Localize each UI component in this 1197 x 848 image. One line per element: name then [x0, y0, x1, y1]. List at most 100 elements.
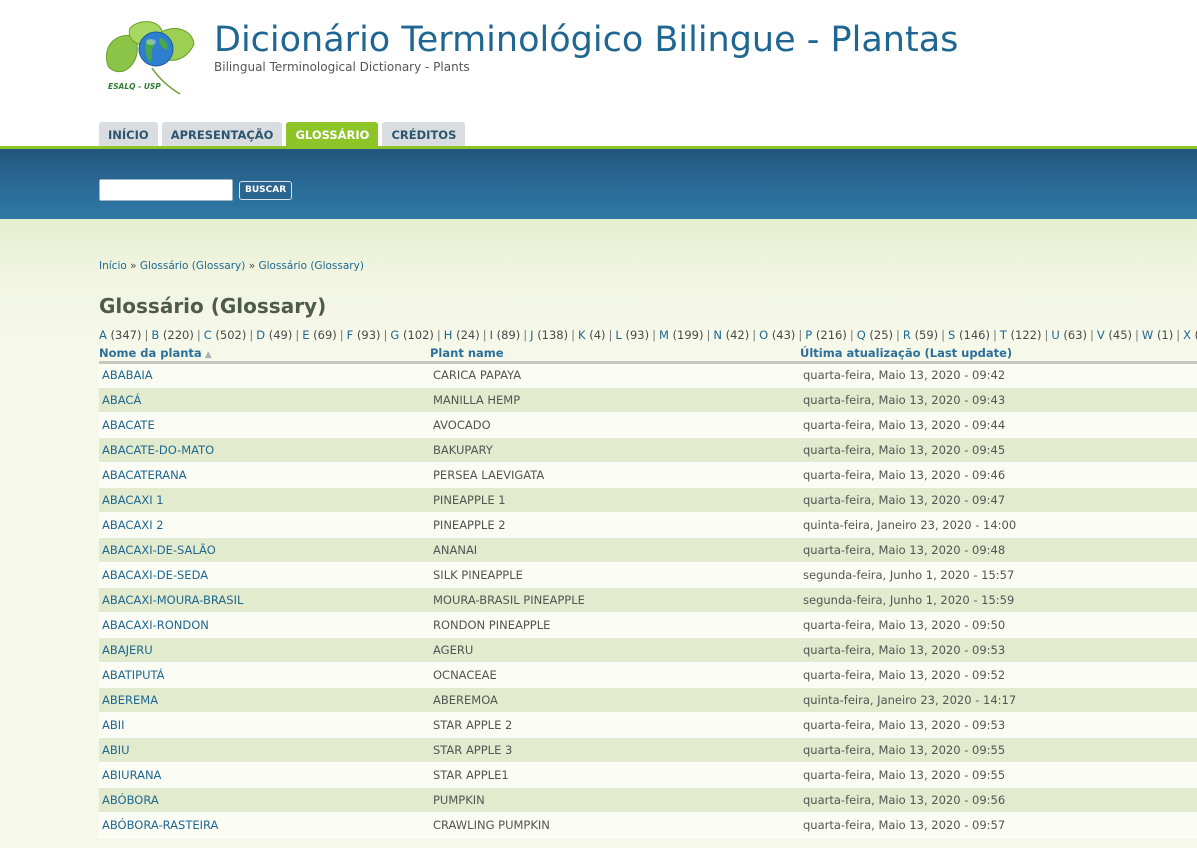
- table-header-row: Nome da planta ▲ Plant name Última atuali…: [99, 345, 1197, 364]
- alphabet-item: D (49): [256, 328, 292, 342]
- plant-name-pt-link[interactable]: ABII: [99, 712, 430, 738]
- alphabet-item: U (63): [1051, 328, 1087, 342]
- alphabet-letter-link[interactable]: X: [1183, 328, 1191, 342]
- column-header-last-update[interactable]: Última atualização (Last update): [800, 345, 1197, 364]
- alphabet-letter-link[interactable]: C: [204, 328, 212, 342]
- alphabet-letter-link[interactable]: Q: [857, 328, 866, 342]
- alphabet-letter-link[interactable]: S: [948, 328, 955, 342]
- alphabet-letter-link[interactable]: V: [1097, 328, 1105, 342]
- plant-name-en: AGERU: [430, 637, 800, 663]
- alphabet-letter-link[interactable]: D: [256, 328, 265, 342]
- plant-name-pt-link[interactable]: ABATIPUTÁ: [99, 662, 430, 688]
- table-row: ABEREMA ABEREMOA quinta-feira, Janeiro 23,…: [99, 687, 1197, 713]
- alphabet-letter-link[interactable]: P: [805, 328, 812, 342]
- alphabet-separator: |: [144, 328, 149, 342]
- breadcrumb-glossary-link-2[interactable]: Glossário (Glossary): [258, 260, 363, 272]
- alphabet-letter-link[interactable]: E: [302, 328, 309, 342]
- last-update: quinta-feira, Janeiro 23, 2020 - 14:00: [800, 512, 1197, 538]
- alphabet-letter-link[interactable]: I: [490, 328, 493, 342]
- column-header-plant-name-pt[interactable]: Nome da planta ▲: [99, 345, 430, 364]
- plant-name-pt-link[interactable]: ABÓBORA: [99, 787, 430, 813]
- alphabet-letter-link[interactable]: L: [615, 328, 621, 342]
- last-update: quarta-feira, Maio 13, 2020 - 09:50: [800, 612, 1197, 638]
- alphabet-letter-link[interactable]: W: [1142, 328, 1153, 342]
- alphabet-letter-link[interactable]: G: [390, 328, 399, 342]
- table-row: ABACAXI-RONDON RONDON PINEAPPLE quarta-fei…: [99, 612, 1197, 638]
- alphabet-letter-link[interactable]: B: [151, 328, 159, 342]
- alphabet-letter-link[interactable]: H: [444, 328, 453, 342]
- alphabet-letter-link[interactable]: N: [713, 328, 722, 342]
- tab-creditos[interactable]: CRÉDITOS: [382, 122, 466, 147]
- site-title[interactable]: Dicionário Terminológico Bilingue - Plan…: [214, 20, 958, 60]
- alphabet-separator: |: [339, 328, 344, 342]
- alphabet-separator: |: [523, 328, 528, 342]
- alphabet-item: N (42): [713, 328, 749, 342]
- table-row: ABACATERANA PERSEA LAEVIGATA quarta-feira,…: [99, 462, 1197, 488]
- alphabet-count: (4): [589, 328, 606, 342]
- plant-name-pt-link[interactable]: ABACÁ: [99, 387, 430, 413]
- plant-name-pt-link[interactable]: ABACAXI-MOURA-BRASIL: [99, 587, 430, 613]
- last-update: quarta-feira, Maio 13, 2020 - 09:43: [800, 387, 1197, 413]
- alphabet-separator: |: [896, 328, 900, 342]
- alphabet-letter-link[interactable]: A: [99, 328, 107, 342]
- site-logo[interactable]: ESALQ - USP: [100, 18, 196, 98]
- alphabet-letter-link[interactable]: O: [759, 328, 768, 342]
- plant-name-pt-link[interactable]: ABABAIA: [99, 362, 430, 388]
- alphabet-separator: |: [1176, 328, 1181, 342]
- column-header-plant-name-en[interactable]: Plant name: [430, 345, 800, 364]
- plant-name-pt-link[interactable]: ABÓBORA-RASTEIRA: [99, 812, 430, 838]
- tab-glossario[interactable]: GLOSSÁRIO: [286, 122, 379, 147]
- plant-name-pt-link[interactable]: ABACATERANA: [99, 462, 430, 488]
- plant-name-pt-link[interactable]: ABACAXI-RONDON: [99, 612, 430, 638]
- plant-name-pt-link[interactable]: ABAJERU: [99, 637, 430, 663]
- plant-name-pt-link[interactable]: ABIU: [99, 737, 430, 763]
- alphabet-letter-link[interactable]: R: [903, 328, 911, 342]
- alphabet-letter-link[interactable]: M: [659, 328, 669, 342]
- logo-text: ESALQ - USP: [108, 82, 161, 91]
- alphabet-letter-link[interactable]: J: [530, 328, 533, 342]
- alphabet-letter-link[interactable]: T: [1000, 328, 1007, 342]
- search-button[interactable]: BUSCAR: [239, 181, 293, 200]
- table-row: ABACATE-DO-MATO BAKUPARY quarta-feira, Mai…: [99, 437, 1197, 463]
- last-update: quarta-feira, Maio 13, 2020 - 09:55: [800, 737, 1197, 763]
- primary-nav: INÍCIO APRESENTAÇÃO GLOSSÁRIO CRÉDITOS: [99, 122, 466, 147]
- column-header-label: Plant name: [430, 345, 504, 360]
- tab-inicio[interactable]: INÍCIO: [99, 122, 158, 147]
- alphabet-separator: |: [849, 328, 854, 342]
- alphabet-count: (347): [110, 328, 142, 342]
- plant-name-pt-link[interactable]: ABACATE: [99, 412, 430, 438]
- last-update: quinta-feira, Janeiro 23, 2020 - 14:17: [800, 687, 1197, 713]
- plant-name-pt-link[interactable]: ABEREMA: [99, 687, 430, 713]
- search-input[interactable]: [99, 179, 233, 201]
- plant-name-pt-link[interactable]: ABACATE-DO-MATO: [99, 437, 430, 463]
- plant-name-en: PUMPKIN: [430, 787, 800, 813]
- plant-name-en: CRAWLING PUMPKIN: [430, 812, 800, 838]
- plant-name-pt-link[interactable]: ABACAXI-DE-SEDA: [99, 562, 430, 588]
- plant-name-en: MOURA-BRASIL PINEAPPLE: [430, 587, 800, 613]
- plant-name-pt-link[interactable]: ABACAXI 1: [99, 487, 430, 513]
- last-update: quarta-feira, Maio 13, 2020 - 09:45: [800, 437, 1197, 463]
- plant-name-pt-link[interactable]: ABACAXI 2: [99, 512, 430, 538]
- plant-name-pt-link[interactable]: ABACAXI-DE-SALÃO: [99, 537, 430, 563]
- alphabet-letter-link[interactable]: U: [1051, 328, 1059, 342]
- last-update: segunda-feira, Junho 1, 2020 - 15:57: [800, 562, 1197, 588]
- alphabet-item: W (1): [1142, 328, 1173, 342]
- alphabet-count: (42): [725, 328, 750, 342]
- alphabet-letter-link[interactable]: F: [347, 328, 354, 342]
- alphabet-count: (138): [537, 328, 569, 342]
- alphabet-item: J (138): [530, 328, 568, 342]
- alphabet-item: H (24): [444, 328, 480, 342]
- alphabet-letter-link[interactable]: K: [578, 328, 586, 342]
- alphabet-count: (25): [869, 328, 894, 342]
- alphabet-item: I (89): [490, 328, 521, 342]
- plant-name-en: RONDON PINEAPPLE: [430, 612, 800, 638]
- last-update: quarta-feira, Maio 13, 2020 - 09:57: [800, 812, 1197, 838]
- alphabet-count: (24): [456, 328, 480, 342]
- plant-name-pt-link[interactable]: ABIURANA: [99, 762, 430, 788]
- breadcrumb-home-link[interactable]: Início: [99, 260, 127, 272]
- breadcrumb-glossary-link[interactable]: Glossário (Glossary): [140, 260, 245, 272]
- alphabet-count: (45): [1108, 328, 1133, 342]
- last-update: quarta-feira, Maio 13, 2020 - 09:44: [800, 412, 1197, 438]
- tab-apresentacao[interactable]: APRESENTAÇÃO: [161, 122, 283, 147]
- alphabet-count: (49): [268, 328, 293, 342]
